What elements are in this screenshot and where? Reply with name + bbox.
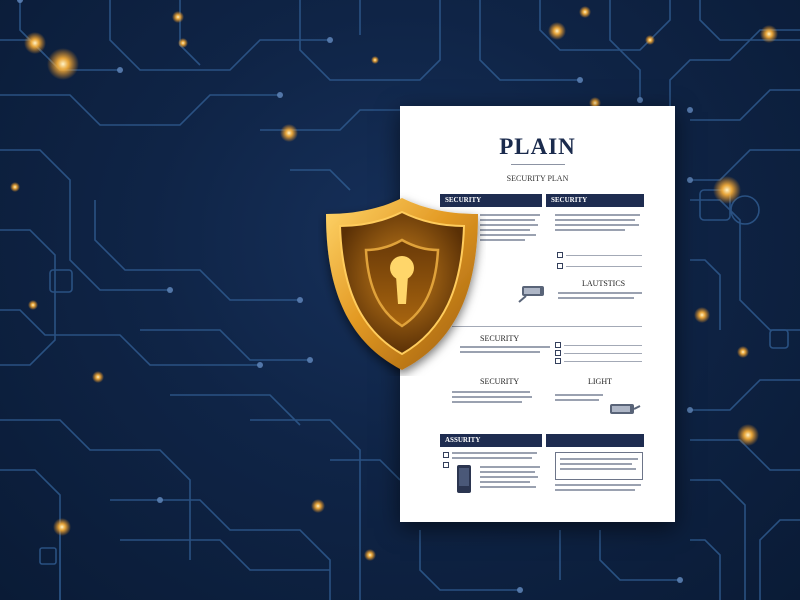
- section-header-bar-right: [546, 434, 644, 447]
- section-label: LAUTSTICS: [582, 279, 626, 288]
- text-block: [452, 391, 532, 406]
- document-title: PLAIN: [499, 134, 576, 159]
- field-line: [564, 353, 642, 354]
- form-box: [555, 452, 643, 480]
- section-header-bar-left: ASSURITY: [440, 434, 542, 447]
- camera-icon: [518, 286, 544, 303]
- field-line: [564, 361, 642, 362]
- checkbox-icon: [555, 350, 561, 356]
- phone-icon: [457, 465, 471, 493]
- text-block: [558, 292, 642, 302]
- field-line: [566, 255, 642, 256]
- document-subtitle: SECURITY PLAN: [506, 174, 569, 183]
- checkbox-icon: [555, 358, 561, 364]
- text-block: [555, 214, 640, 234]
- checkbox-icon: [555, 342, 561, 348]
- checkbox-icon: [557, 252, 563, 258]
- text-block: [560, 458, 638, 473]
- checkbox-icon: [443, 452, 449, 458]
- section-label: SECURITY: [480, 377, 520, 386]
- text-block: [555, 484, 641, 494]
- text-block: [480, 214, 540, 244]
- section-header-label: SECURITY: [551, 196, 588, 204]
- text-block: [452, 452, 537, 462]
- text-block: [555, 394, 605, 404]
- camera-icon: [610, 404, 641, 414]
- section-header-label: ASSURITY: [445, 436, 481, 444]
- text-block: [480, 466, 540, 491]
- title-divider: [511, 164, 565, 165]
- shield-icon: [326, 198, 478, 370]
- checkbox-icon: [443, 462, 449, 468]
- field-line: [566, 266, 642, 267]
- checkbox-icon: [557, 263, 563, 269]
- section-label: LIGHT: [588, 377, 612, 386]
- field-line: [564, 345, 642, 346]
- section-header-bar-right: SECURITY: [546, 194, 644, 207]
